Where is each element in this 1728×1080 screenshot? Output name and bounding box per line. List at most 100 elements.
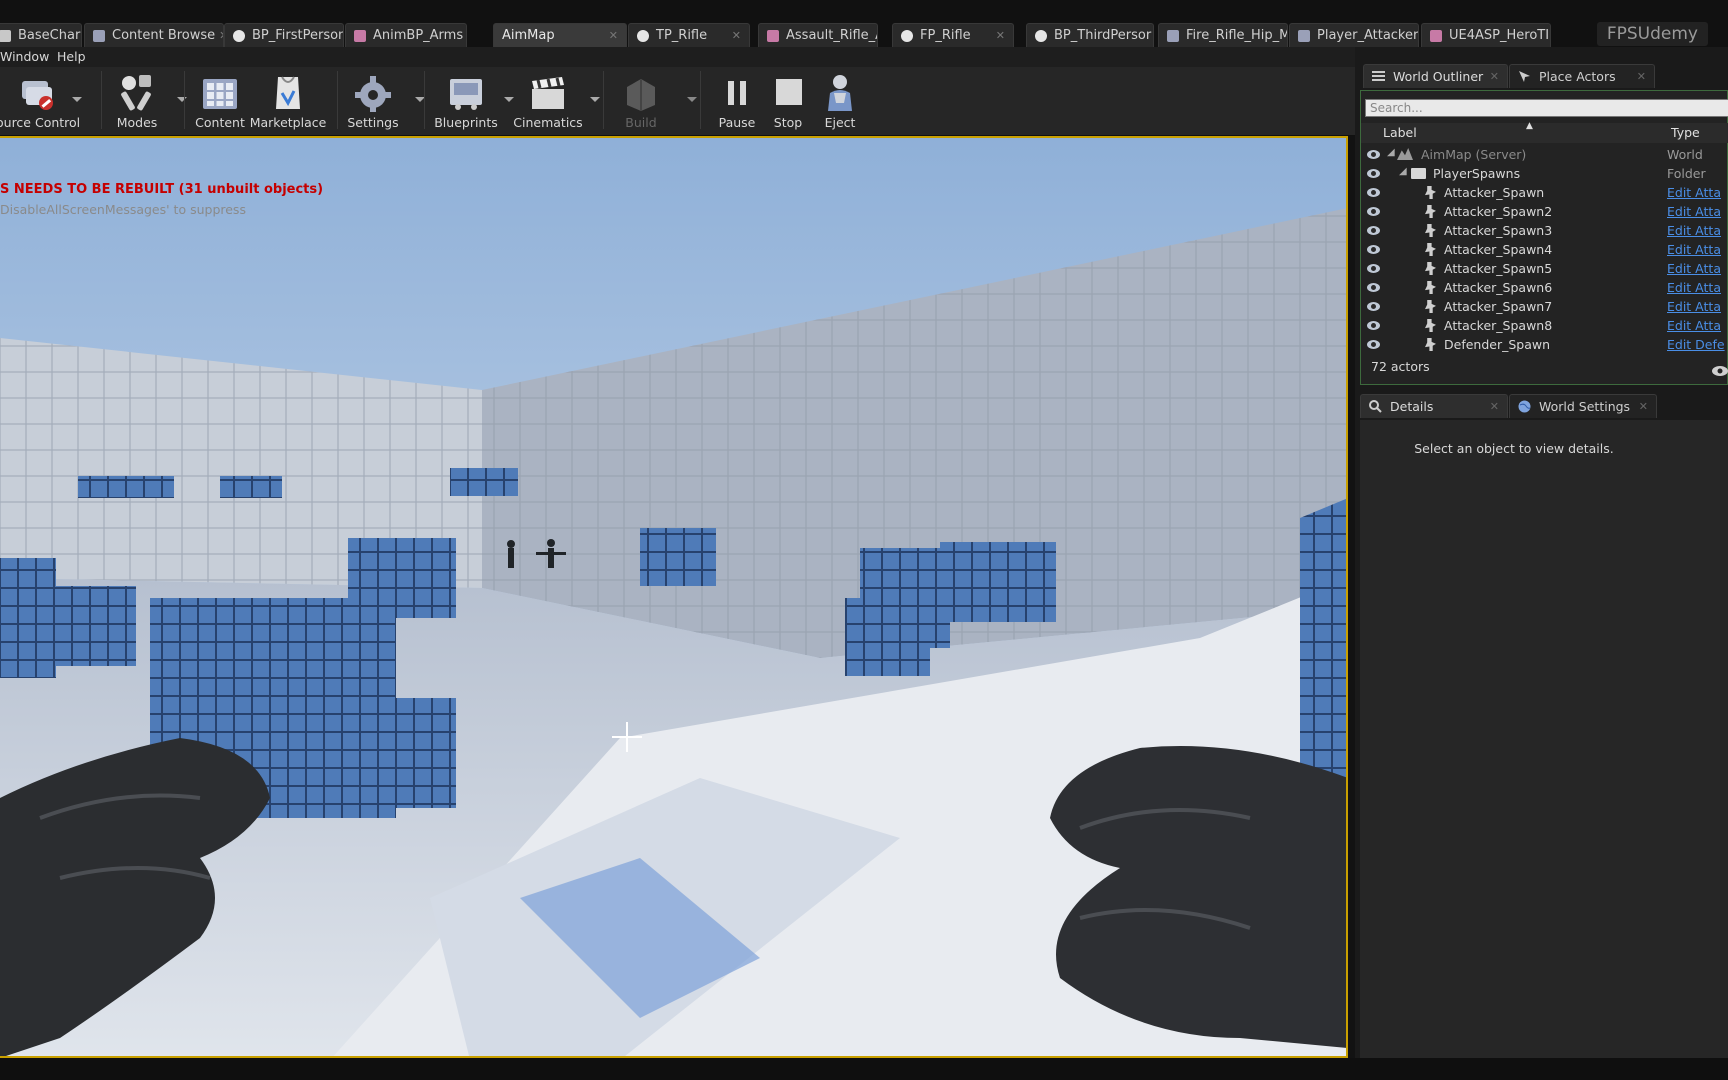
tab-6[interactable]: Assault_Rifle_A✕	[758, 23, 878, 47]
close-icon[interactable]: ✕	[1490, 70, 1499, 83]
player-start-icon	[1425, 262, 1436, 275]
close-icon[interactable]: ✕	[728, 29, 741, 42]
edit-blueprint-link[interactable]: Edit Atta	[1667, 261, 1721, 276]
close-icon[interactable]: ✕	[605, 29, 618, 42]
tab-9[interactable]: Fire_Rifle_Hip_M✕	[1158, 23, 1288, 47]
edit-blueprint-link[interactable]: Edit Defe	[1667, 337, 1725, 352]
menu-help[interactable]: Help	[57, 49, 86, 64]
outliner-row-label: Attacker_Spawn6	[1444, 280, 1553, 295]
expand-arrow-icon[interactable]: ◢	[1399, 166, 1407, 177]
tab-details[interactable]: Details ✕	[1360, 394, 1508, 418]
outliner-row[interactable]: ◢ PlayerSpawns Folder	[1361, 165, 1728, 184]
outliner-row[interactable]: Attacker_Spawn3 Edit Atta	[1361, 222, 1728, 241]
visibility-eye-icon[interactable]	[1367, 283, 1380, 292]
project-name-badge: FPSUdemy	[1596, 22, 1708, 46]
blueprints-button[interactable]: Blueprints	[426, 71, 514, 131]
column-type-header[interactable]: Type	[1671, 125, 1700, 140]
outliner-row[interactable]: Attacker_Spawn5 Edit Atta	[1361, 260, 1728, 279]
chevron-down-icon[interactable]	[72, 97, 82, 102]
content-browser-icon	[200, 73, 240, 113]
outliner-column-header: Label ▲ Type	[1361, 121, 1728, 143]
edit-blueprint-link[interactable]: Edit Atta	[1667, 318, 1721, 333]
edit-blueprint-link[interactable]: Edit Atta	[1667, 204, 1721, 219]
tab-label: BaseCharac	[18, 28, 81, 43]
visibility-eye-icon[interactable]	[1367, 264, 1380, 273]
tab-8[interactable]: BP_ThirdPersor✕	[1026, 23, 1154, 47]
edit-blueprint-link[interactable]: Edit Atta	[1667, 242, 1721, 257]
outliner-row[interactable]: Attacker_Spawn6 Edit Atta	[1361, 279, 1728, 298]
outliner-row[interactable]: Attacker_Spawn2 Edit Atta	[1361, 203, 1728, 222]
source-control-button[interactable]: ource Control	[0, 71, 82, 131]
outliner-row[interactable]: Attacker_Spawn8 Edit Atta	[1361, 317, 1728, 336]
visibility-eye-icon[interactable]	[1367, 169, 1380, 178]
visibility-eye-icon[interactable]	[1367, 321, 1380, 330]
eject-button[interactable]: Eject	[800, 71, 880, 131]
tab-world-outliner[interactable]: World Outliner ✕	[1363, 64, 1508, 88]
player-start-icon	[1425, 243, 1436, 256]
close-icon[interactable]: ✕	[992, 29, 1005, 42]
tab-world-settings[interactable]: World Settings ✕	[1509, 394, 1657, 418]
visibility-eye-icon[interactable]	[1367, 245, 1380, 254]
visibility-eye-icon[interactable]	[1367, 302, 1380, 311]
outliner-row[interactable]: Attacker_Spawn7 Edit Atta	[1361, 298, 1728, 317]
close-icon[interactable]: ✕	[1418, 29, 1419, 42]
expand-arrow-icon[interactable]: ◢	[1387, 147, 1395, 158]
outliner-row-label: Attacker_Spawn	[1444, 185, 1545, 200]
tab-world-outliner-label: World Outliner	[1393, 69, 1484, 84]
outliner-row-label: Defender_Spawn	[1444, 337, 1551, 352]
visibility-eye-icon[interactable]	[1367, 207, 1380, 216]
build-icon	[621, 73, 661, 113]
edit-blueprint-link[interactable]: Edit Atta	[1667, 185, 1721, 200]
outliner-row[interactable]: Attacker_Spawn Edit Atta	[1361, 184, 1728, 203]
outliner-row[interactable]: ◢ AimMap (Server) World	[1361, 146, 1728, 165]
edit-blueprint-link[interactable]: Edit Atta	[1667, 223, 1721, 238]
outliner-row[interactable]: Attacker_Spawn4 Edit Atta	[1361, 241, 1728, 260]
marketplace-button[interactable]: Marketplace	[248, 71, 328, 131]
column-label-header[interactable]: Label	[1383, 125, 1417, 140]
tab-1[interactable]: Content Browse✕	[84, 23, 224, 47]
chevron-down-icon[interactable]	[687, 97, 697, 102]
tab-3[interactable]: AnimBP_Arms✕	[345, 23, 467, 47]
close-icon[interactable]: ✕	[1639, 400, 1648, 413]
visibility-eye-icon[interactable]	[1367, 226, 1380, 235]
menu-window[interactable]: Window	[0, 49, 49, 64]
visibility-eye-icon[interactable]	[1367, 150, 1380, 159]
visibility-eye-icon[interactable]	[1367, 340, 1380, 349]
build-button[interactable]: Build	[601, 71, 697, 131]
close-icon[interactable]: ✕	[1549, 29, 1550, 42]
tab-11[interactable]: UE4ASP_HeroTI✕	[1421, 23, 1551, 47]
chevron-down-icon[interactable]	[590, 97, 600, 102]
edit-blueprint-link[interactable]: Edit Atta	[1667, 280, 1721, 295]
tab-5[interactable]: TP_Rifle ✕	[628, 23, 750, 47]
outliner-row[interactable]: Defender_Spawn Edit Defe	[1361, 336, 1728, 355]
tab-label: BP_FirstPerson	[252, 28, 344, 43]
tab-2[interactable]: BP_FirstPerson✕	[224, 23, 344, 47]
blueprint-circle-icon	[233, 29, 245, 42]
visibility-eye-icon[interactable]	[1367, 188, 1380, 197]
view-options-eye-icon[interactable]	[1712, 361, 1728, 380]
close-icon[interactable]: ✕	[1490, 400, 1499, 413]
close-icon[interactable]: ✕	[1151, 29, 1153, 42]
modes-button[interactable]: Modes	[97, 71, 187, 131]
close-icon[interactable]: ✕	[1637, 70, 1646, 83]
close-icon[interactable]: ✕	[215, 29, 223, 42]
place-actors-icon	[1518, 70, 1531, 83]
lighting-rebuild-warning: S NEEDS TO BE REBUILT (31 unbuilt object…	[0, 182, 324, 197]
actor-count: 72 actors	[1371, 359, 1430, 374]
settings-button[interactable]: Settings	[333, 71, 425, 131]
outliner-search-input[interactable]: Search...	[1365, 99, 1728, 117]
game-viewport[interactable]	[0, 136, 1348, 1058]
clapperboard-icon	[528, 73, 568, 113]
outliner-row-label: AimMap (Server)	[1421, 147, 1527, 162]
close-icon[interactable]: ✕	[463, 29, 466, 42]
tab-label: TP_Rifle	[656, 28, 708, 43]
cinematics-button[interactable]: Cinematics	[508, 71, 600, 131]
tab-10[interactable]: Player_Attacker✕	[1289, 23, 1419, 47]
edit-blueprint-link[interactable]: Edit Atta	[1667, 299, 1721, 314]
tab-0[interactable]: BaseCharac✕	[0, 23, 82, 47]
tab-7[interactable]: FP_Rifle ✕	[892, 23, 1014, 47]
tab-place-actors[interactable]: Place Actors ✕	[1509, 64, 1655, 88]
tab-4[interactable]: AimMap ✕	[493, 23, 627, 47]
marketplace-icon	[268, 73, 308, 113]
sort-ascending-icon: ▲	[1526, 121, 1533, 131]
